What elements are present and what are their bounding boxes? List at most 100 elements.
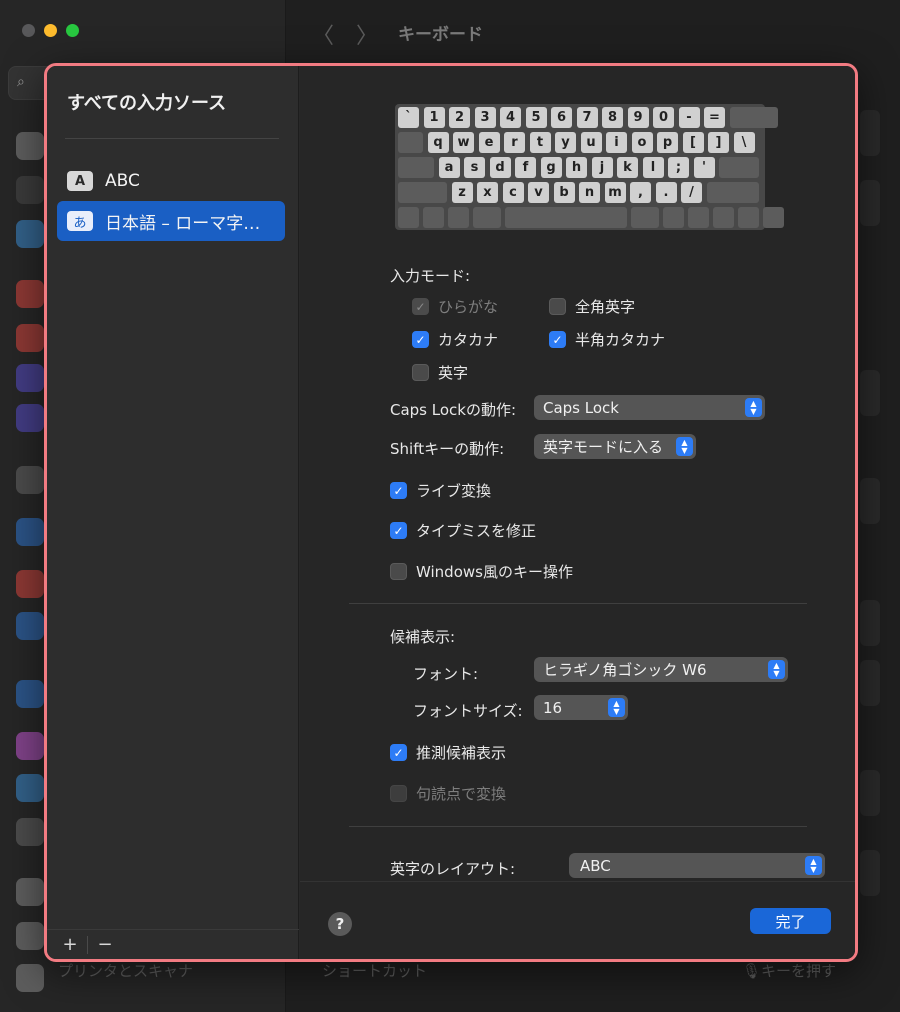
keyboard-row1: ` 1 2 3 4 5 6 7 8 9 0- = [398,107,778,128]
chevron-updown-icon: ▲ ▼ [676,437,693,456]
keyboard-sidebar-icon[interactable] [16,878,44,906]
list-edit-bar: + − [47,929,299,959]
chevron-updown-icon: ▲ ▼ [745,398,762,417]
forward-icon[interactable]: 〉 [356,18,378,50]
eiji-label: 英字 [438,364,469,382]
sidebar-icon[interactable] [16,280,44,308]
back-icon[interactable]: 〈 [312,18,334,50]
modifier-key [738,207,759,228]
keyboard-key: [ [682,132,704,153]
sidebar-icon[interactable] [16,364,44,392]
keyboard-key: u [580,132,602,153]
chevron-updown-icon: ▲ ▼ [768,660,785,679]
keyboard-row2: q w e r t y u i o p[] \ [398,132,762,153]
keyboard-row4: z x c v b n m,. / [398,182,762,203]
sidebar-icon[interactable] [16,466,44,494]
sidebar-icon[interactable] [16,818,44,846]
zenkaku-eiji-label: 全角英字 [575,298,636,316]
search-icon: ⌕ [17,74,25,90]
sidebar-icon[interactable] [16,680,44,708]
sidebar-icon[interactable] [16,518,44,546]
punctuation-convert-checkbox: 句読点で変換 [390,783,506,804]
keyboard-key: = [704,107,725,128]
sidebar-icon[interactable] [16,774,44,802]
keyboard-key: 2 [449,107,470,128]
sidebar-icon[interactable] [16,324,44,352]
keyboard-key: ' [693,157,715,178]
zenkaku-eiji-checkbox[interactable]: 全角英字 [549,296,635,317]
checkbox-box [390,563,407,580]
printer-icon[interactable] [16,964,44,992]
keyboard-key: 8 [602,107,623,128]
chevron-updown-icon: ▲ ▼ [608,698,625,717]
minimize-window-button[interactable] [44,24,57,37]
modifier-key [505,207,627,228]
sidebar-icon[interactable] [16,612,44,640]
keyboard-key: k [617,157,638,178]
sidebar-icon[interactable] [16,132,44,160]
checkmark-icon: ✓ [390,522,407,539]
windows-keys-label: Windows風のキー操作 [416,563,573,581]
keyboard-key: m [604,182,626,203]
help-button[interactable]: ? [328,912,352,936]
katakana-checkbox[interactable]: ✓ カタカナ [412,329,498,350]
checkbox-box [549,298,566,315]
settings-row [860,850,880,896]
modifier-key [398,182,447,203]
punctuation-convert-label: 句読点で変換 [416,785,507,803]
settings-row [860,770,880,816]
hankaku-katakana-checkbox[interactable]: ✓ 半角カタカナ [549,329,665,350]
keyboard-key: b [553,182,575,203]
sidebar-item-printers[interactable]: プリンタとスキャナ [58,960,193,981]
shortcut-value[interactable]: 🎙キーを押す [742,960,836,981]
keyboard-key: c [502,182,524,203]
sidebar-icon[interactable] [16,220,44,248]
typo-correction-checkbox[interactable]: ✓ タイプミスを修正 [390,520,536,541]
live-conversion-checkbox[interactable]: ✓ ライブ変換 [390,480,491,501]
keyboard-key: ] [708,132,729,153]
keyboard-key: \ [733,132,755,153]
font-size-popup[interactable]: 16 ▲ ▼ [534,695,628,720]
source-item-japanese-romaji[interactable]: あ 日本語 – ローマ字… [57,201,285,241]
font-popup[interactable]: ヒラギノ角ゴシック W6 ▲ ▼ [534,657,788,682]
english-layout-value: ABC [580,856,611,875]
sidebar-icon[interactable] [16,732,44,760]
keyboard-key: l [642,157,664,178]
modifier-key [663,207,684,228]
source-item-abc[interactable]: A ABC [57,161,285,201]
keyboard-key: n [579,182,600,203]
caps-lock-popup[interactable]: Caps Lock ▲ ▼ [534,395,765,420]
checkmark-icon: ✓ [390,744,407,761]
sidebar-icon[interactable] [16,570,44,598]
remove-source-button[interactable]: − [94,934,116,955]
font-label: フォント: [413,665,479,683]
sidebar-icon[interactable] [16,404,44,432]
keyboard-key: g [540,157,562,178]
hankaku-katakana-label: 半角カタカナ [575,331,666,349]
predictive-candidates-checkbox[interactable]: ✓ 推測候補表示 [390,742,506,763]
sidebar-icon[interactable] [16,922,44,950]
windows-keys-checkbox[interactable]: Windows風のキー操作 [390,561,573,582]
divider [349,603,807,604]
add-source-button[interactable]: + [59,934,81,955]
english-layout-popup[interactable]: ABC ▲ ▼ [569,853,825,878]
keyboard-key: s [464,157,485,178]
keyboard-key: . [655,182,677,203]
shift-key-popup[interactable]: 英字モードに入る ▲ ▼ [534,434,696,459]
close-window-button[interactable] [22,24,35,37]
done-button[interactable]: 完了 [750,908,831,934]
sidebar-icon[interactable] [16,176,44,204]
settings-row [860,370,880,416]
font-size-value: 16 [543,698,563,717]
zoom-window-button[interactable] [66,24,79,37]
input-mode-heading: 入力モード: [390,267,471,285]
keyboard-key: 3 [474,107,496,128]
modifier-key [688,207,709,228]
hiragana-label: ひらがな [438,298,499,316]
keyboard-layout-preview: ` 1 2 3 4 5 6 7 8 9 0- = q w e r t y u i o p[] \ a s d f g h j k l; ' z x c… [395,104,784,230]
eiji-checkbox[interactable]: 英字 [412,362,468,383]
keyboard-key: q [427,132,449,153]
keyboard-key: ; [668,157,689,178]
live-conversion-label: ライブ変換 [416,482,492,500]
input-sources-heading: すべての入力ソース [67,93,227,114]
